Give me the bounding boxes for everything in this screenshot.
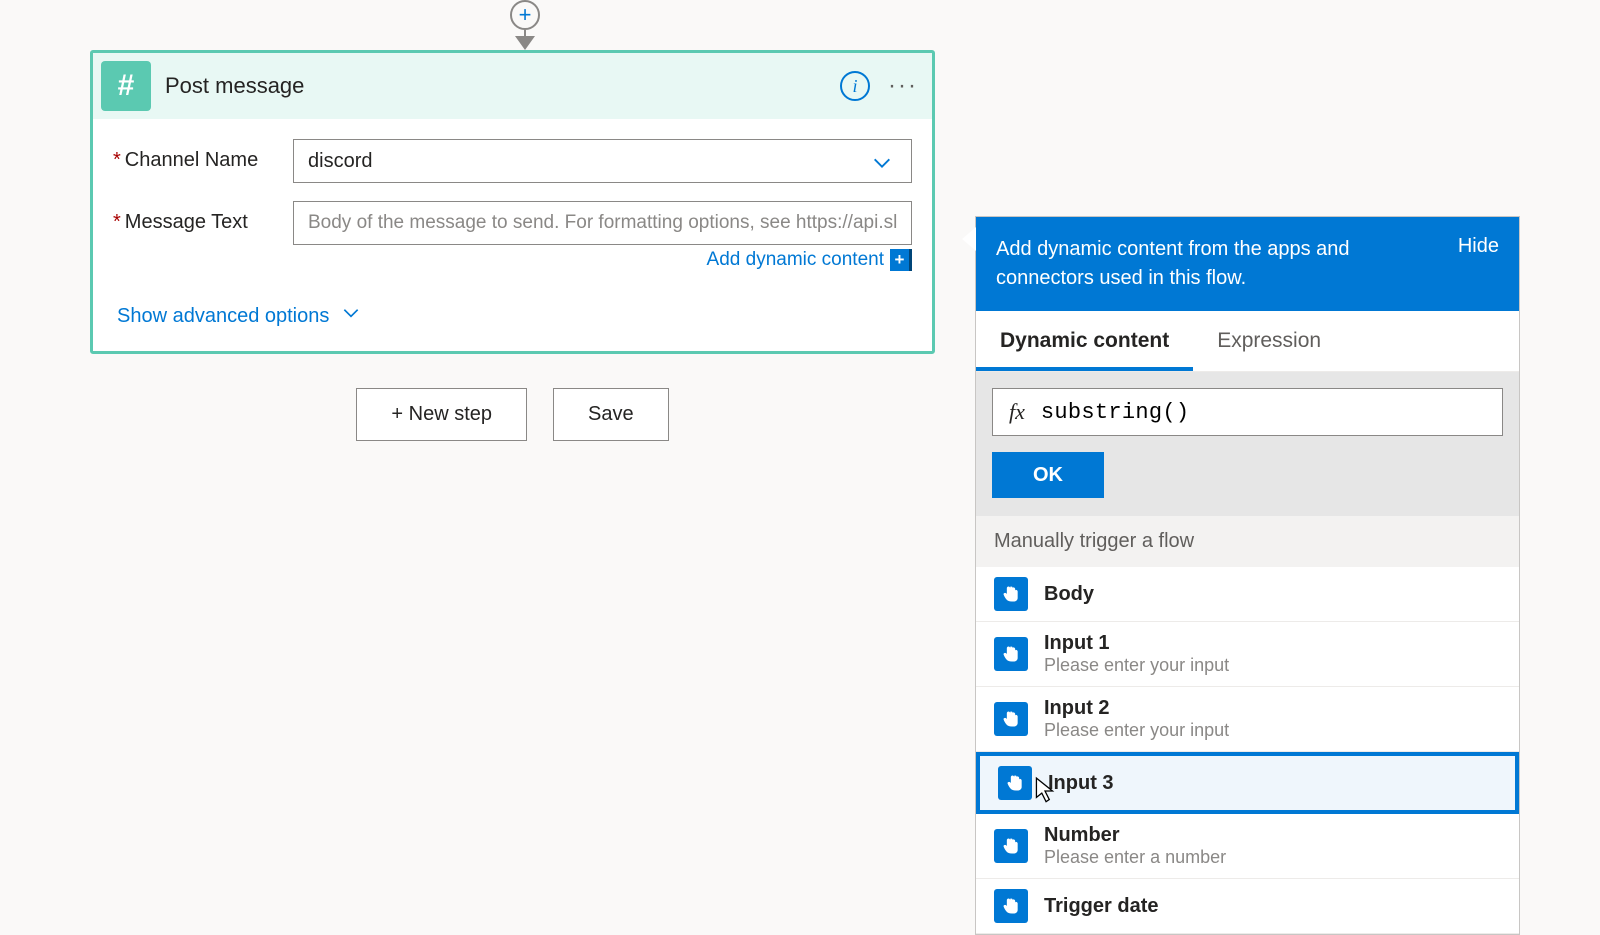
message-text-input[interactable]	[293, 201, 912, 245]
dc-item-title: Number	[1044, 824, 1226, 847]
add-dynamic-content-link[interactable]: Add dynamic content	[707, 249, 884, 271]
action-card-post-message: # Post message i ··· *Channel Name disco…	[90, 50, 935, 354]
new-step-button[interactable]: + New step	[356, 388, 527, 441]
expression-input-wrapper[interactable]: fx	[992, 388, 1503, 436]
flow-action-buttons: + New step Save	[90, 388, 935, 441]
group-header-trigger: Manually trigger a flow	[976, 516, 1519, 567]
chevron-down-icon	[341, 303, 361, 329]
channel-name-value: discord	[308, 150, 372, 173]
chevron-down-icon	[871, 152, 893, 180]
panel-callout-arrow	[962, 227, 976, 251]
card-header[interactable]: # Post message i ···	[93, 53, 932, 119]
channel-name-label: *Channel Name	[113, 139, 293, 172]
arrow-down-icon	[515, 36, 535, 50]
dynamic-content-panel: Add dynamic content from the apps and co…	[975, 216, 1520, 935]
trigger-icon	[994, 829, 1028, 863]
message-text-label: *Message Text	[113, 201, 293, 234]
dc-item-title: Trigger date	[1044, 895, 1158, 918]
more-menu-icon[interactable]: ···	[888, 72, 918, 100]
panel-tabs: Dynamic content Expression	[976, 311, 1519, 372]
dynamic-content-item[interactable]: Input 3	[976, 752, 1519, 814]
dynamic-content-item[interactable]: Input 1Please enter your input	[976, 622, 1519, 687]
trigger-icon	[994, 702, 1028, 736]
tab-expression[interactable]: Expression	[1193, 311, 1345, 371]
dc-item-title: Input 1	[1044, 632, 1229, 655]
card-title: Post message	[165, 73, 840, 99]
channel-name-select[interactable]: discord	[293, 139, 912, 183]
dc-item-title: Body	[1044, 583, 1094, 606]
panel-header-text: Add dynamic content from the apps and co…	[996, 235, 1442, 293]
hide-panel-link[interactable]: Hide	[1458, 235, 1499, 293]
dc-item-description: Please enter your input	[1044, 655, 1229, 676]
dynamic-content-item[interactable]: Body	[976, 567, 1519, 622]
save-button[interactable]: Save	[553, 388, 669, 441]
insert-step-icon[interactable]: +	[510, 0, 540, 30]
dc-item-description: Please enter your input	[1044, 720, 1229, 741]
dynamic-content-item[interactable]: Input 2Please enter your input	[976, 687, 1519, 752]
trigger-icon	[998, 766, 1032, 800]
trigger-icon	[994, 637, 1028, 671]
dc-item-title: Input 3	[1048, 772, 1114, 795]
add-dynamic-content-plus-icon[interactable]: +	[890, 249, 912, 271]
dynamic-content-item[interactable]: NumberPlease enter a number	[976, 814, 1519, 879]
show-advanced-options-link[interactable]: Show advanced options	[93, 287, 932, 351]
fx-icon: fx	[993, 399, 1041, 425]
info-icon[interactable]: i	[840, 71, 870, 101]
trigger-icon	[994, 889, 1028, 923]
dc-item-title: Input 2	[1044, 697, 1229, 720]
tab-dynamic-content[interactable]: Dynamic content	[976, 311, 1193, 371]
dynamic-content-list: BodyInput 1Please enter your inputInput …	[976, 567, 1519, 934]
ok-button[interactable]: OK	[992, 452, 1104, 498]
trigger-icon	[994, 577, 1028, 611]
step-connector: +	[510, 0, 540, 50]
slack-hash-icon: #	[101, 61, 151, 111]
dc-item-description: Please enter a number	[1044, 847, 1226, 868]
dynamic-content-item[interactable]: Trigger date	[976, 879, 1519, 934]
expression-input[interactable]	[1041, 400, 1502, 425]
